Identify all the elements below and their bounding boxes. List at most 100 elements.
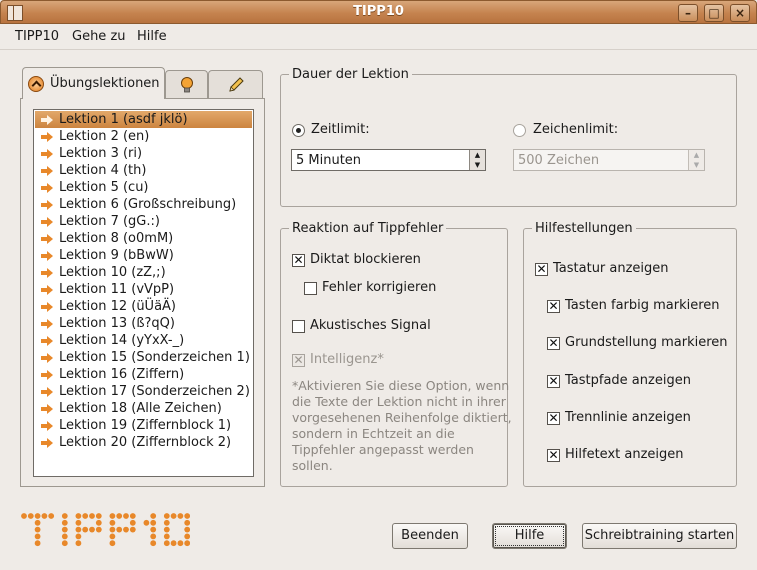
lessons-tab-icon <box>28 76 44 92</box>
lesson-list-item[interactable]: Lektion 14 (yYxX-_) <box>35 332 252 349</box>
arrow-right-icon <box>41 115 53 125</box>
spin-up-icon[interactable]: ▲ <box>470 150 485 160</box>
lesson-list-item[interactable]: Lektion 17 (Sonderzeichen 2) <box>35 383 252 400</box>
arrow-right-icon <box>41 336 53 346</box>
char-limit-spinbox[interactable]: 500 Zeichen ▲ ▼ <box>513 149 705 171</box>
time-limit-spinbox[interactable]: 5 Minuten ▲ ▼ <box>291 149 486 171</box>
lesson-label: Lektion 16 (Ziffern) <box>59 367 185 382</box>
duration-group: Dauer der Lektion Zeitlimit: 5 Minuten ▲… <box>280 67 737 207</box>
tab-lessons-label: Übungslektionen <box>50 76 160 91</box>
typing-errors-title: Reaktion auf Tippfehler <box>289 221 447 236</box>
lightbulb-icon <box>181 77 193 93</box>
arrow-right-icon <box>41 149 53 159</box>
acoustic-signal-checkbox[interactable] <box>292 320 305 333</box>
time-limit-label: Zeitlimit: <box>311 122 370 137</box>
spin-up-icon[interactable]: ▲ <box>689 150 704 160</box>
lesson-list-item[interactable]: Lektion 15 (Sonderzeichen 1) <box>35 349 252 366</box>
assistance-group: Hilfestellungen ✕ Tastatur anzeigen ✕ Ta… <box>523 221 737 487</box>
arrow-right-icon <box>41 421 53 431</box>
tab-own-lessons[interactable] <box>208 70 263 100</box>
spin-down-icon[interactable]: ▼ <box>470 160 485 170</box>
arrow-right-icon <box>41 438 53 448</box>
lesson-list-item[interactable]: Lektion 19 (Ziffernblock 1) <box>35 417 252 434</box>
color-keys-checkbox[interactable]: ✕ <box>547 300 560 313</box>
maximize-button[interactable]: □ <box>704 4 724 22</box>
separator-line-checkbox[interactable]: ✕ <box>547 412 560 425</box>
lesson-list[interactable]: Lektion 1 (asdf jklö) Lektion 2 (en) Lekti… <box>33 109 254 477</box>
arrow-right-icon <box>41 370 53 380</box>
intelligence-note: *Aktivieren Sie diese Option, wenn die T… <box>292 378 512 473</box>
lesson-list-item[interactable]: Lektion 11 (vVpP) <box>35 281 252 298</box>
tab-lessons[interactable]: Übungslektionen <box>22 67 165 99</box>
arrow-right-icon <box>41 404 53 414</box>
lesson-label: Lektion 18 (Alle Zeichen) <box>59 401 222 416</box>
time-limit-radio[interactable] <box>292 124 305 137</box>
char-limit-spin-buttons[interactable]: ▲ ▼ <box>688 150 704 170</box>
lesson-label: Lektion 20 (Ziffernblock 2) <box>59 435 232 450</box>
arrow-right-icon <box>41 251 53 261</box>
block-dictation-checkbox[interactable]: ✕ <box>292 254 305 267</box>
lesson-list-item[interactable]: Lektion 13 (ß?qQ) <box>35 315 252 332</box>
lesson-list-item[interactable]: Lektion 16 (Ziffern) <box>35 366 252 383</box>
lesson-label: Lektion 8 (o0mM) <box>59 231 174 246</box>
home-row-checkbox[interactable]: ✕ <box>547 337 560 350</box>
lesson-label: Lektion 12 (üÜäÄ) <box>59 299 177 314</box>
menu-gehe-zu[interactable]: Gehe zu <box>72 29 126 44</box>
arrow-right-icon <box>41 319 53 329</box>
menu-hilfe[interactable]: Hilfe <box>137 29 167 44</box>
lesson-label: Lektion 15 (Sonderzeichen 1) <box>59 350 250 365</box>
correct-errors-checkbox[interactable] <box>304 282 317 295</box>
arrow-right-icon <box>41 302 53 312</box>
window-title: TIPP10 <box>353 4 404 19</box>
lesson-label: Lektion 9 (bBwW) <box>59 248 174 263</box>
lesson-label: Lektion 11 (vVpP) <box>59 282 175 297</box>
duration-group-title: Dauer der Lektion <box>289 67 412 82</box>
separator-line-label: Trennlinie anzeigen <box>565 410 691 425</box>
arrow-right-icon <box>41 353 53 363</box>
char-limit-value: 500 Zeichen <box>518 153 600 168</box>
color-keys-label: Tasten farbig markieren <box>565 298 720 313</box>
lesson-list-item[interactable]: Lektion 1 (asdf jklö) <box>35 111 252 128</box>
show-keyboard-checkbox[interactable]: ✕ <box>535 263 548 276</box>
arrow-right-icon <box>41 217 53 227</box>
help-text-label: Hilfetext anzeigen <box>565 447 684 462</box>
quit-button[interactable]: Beenden <box>392 523 468 549</box>
pencil-icon <box>229 77 244 92</box>
lesson-list-item[interactable]: Lektion 9 (bBwW) <box>35 247 252 264</box>
lesson-list-item[interactable]: Lektion 7 (gG.:) <box>35 213 252 230</box>
intelligence-checkbox[interactable]: ✕ <box>292 354 305 367</box>
lesson-list-item[interactable]: Lektion 3 (ri) <box>35 145 252 162</box>
help-text-checkbox[interactable]: ✕ <box>547 449 560 462</box>
lesson-list-item[interactable]: Lektion 8 (o0mM) <box>35 230 252 247</box>
lesson-list-item[interactable]: Lektion 10 (zZ,;) <box>35 264 252 281</box>
lesson-label: Lektion 4 (th) <box>59 163 147 178</box>
lesson-label: Lektion 2 (en) <box>59 129 150 144</box>
lesson-label: Lektion 17 (Sonderzeichen 2) <box>59 384 250 399</box>
lesson-list-item[interactable]: Lektion 6 (Großschreibung) <box>35 196 252 213</box>
start-training-button[interactable]: Schreibtraining starten <box>582 523 737 549</box>
minimize-button[interactable]: – <box>678 4 698 22</box>
lesson-list-item[interactable]: Lektion 2 (en) <box>35 128 252 145</box>
char-limit-label: Zeichenlimit: <box>533 122 619 137</box>
lesson-list-item[interactable]: Lektion 20 (Ziffernblock 2) <box>35 434 252 451</box>
lesson-list-item[interactable]: Lektion 12 (üÜäÄ) <box>35 298 252 315</box>
lesson-list-item[interactable]: Lektion 18 (Alle Zeichen) <box>35 400 252 417</box>
arrow-right-icon <box>41 234 53 244</box>
key-paths-checkbox[interactable]: ✕ <box>547 375 560 388</box>
tab-open-lessons[interactable] <box>165 70 208 100</box>
lesson-label: Lektion 1 (asdf jklö) <box>59 112 188 127</box>
spin-down-icon[interactable]: ▼ <box>689 160 704 170</box>
menu-tipp10[interactable]: TIPP10 <box>15 29 59 44</box>
lesson-list-item[interactable]: Lektion 5 (cu) <box>35 179 252 196</box>
help-button[interactable]: Hilfe <box>492 523 567 549</box>
lesson-list-item[interactable]: Lektion 4 (th) <box>35 162 252 179</box>
close-button[interactable]: × <box>730 4 750 22</box>
lesson-label: Lektion 14 (yYxX-_) <box>59 333 185 348</box>
typing-errors-group: Reaktion auf Tippfehler ✕ Diktat blockie… <box>280 221 512 487</box>
time-limit-spin-buttons[interactable]: ▲ ▼ <box>469 150 485 170</box>
char-limit-radio[interactable] <box>513 124 526 137</box>
intelligence-label: Intelligenz* <box>310 352 384 367</box>
show-keyboard-label: Tastatur anzeigen <box>553 261 669 276</box>
tipp10-logo <box>21 513 190 547</box>
title-bar: TIPP10 – □ × <box>0 0 757 24</box>
